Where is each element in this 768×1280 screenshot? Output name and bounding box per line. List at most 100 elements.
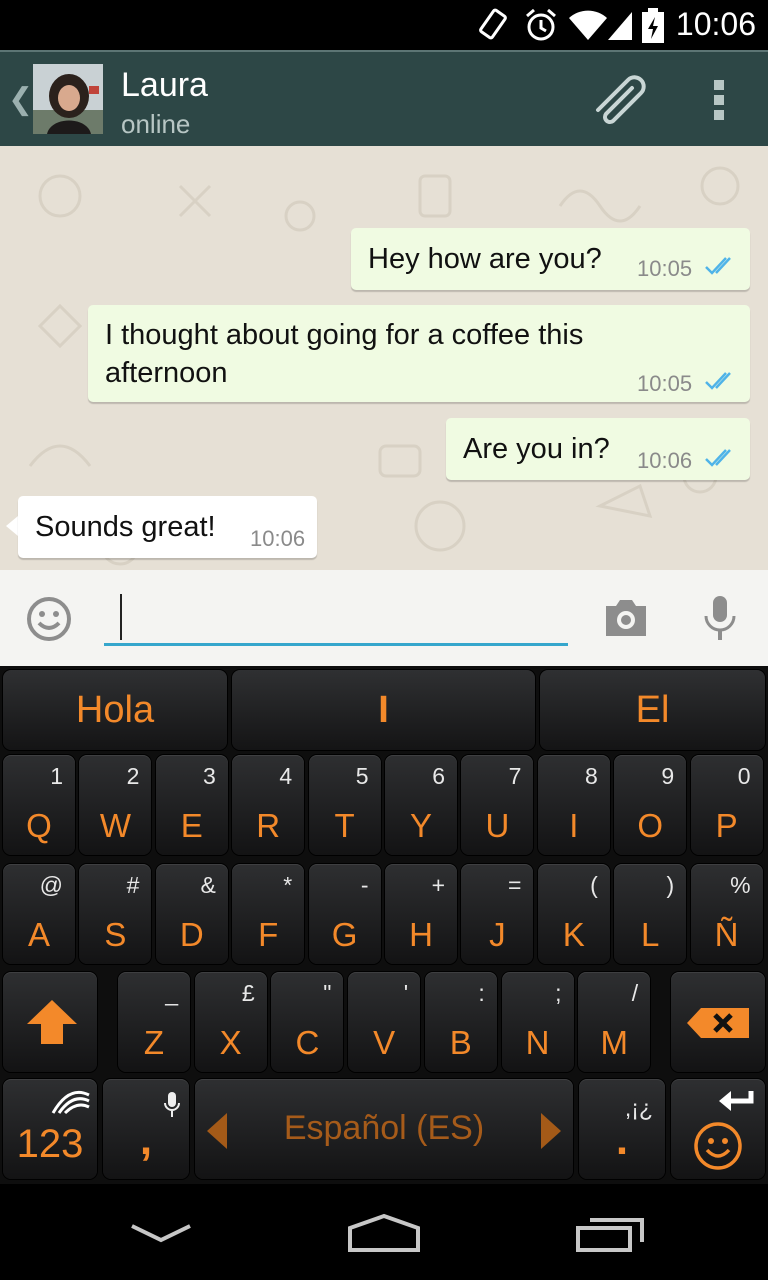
overflow-menu-icon[interactable]	[712, 78, 726, 122]
numbers-key-label: 123	[16, 1122, 84, 1166]
key-p[interactable]: 0P	[690, 755, 763, 855]
key-alt-label: 4	[279, 763, 293, 789]
home-icon[interactable]	[344, 1212, 424, 1254]
key-s[interactable]: # S	[79, 864, 152, 964]
message-outgoing[interactable]: Hey how are you? 10:05	[351, 228, 750, 290]
key-h[interactable]: + H	[385, 864, 457, 964]
key-main-label: F	[258, 916, 279, 953]
key-alt-label: '	[403, 980, 409, 1006]
key-o[interactable]: 9O	[614, 755, 687, 855]
key-f[interactable]: * F	[232, 864, 305, 964]
key-main-label: B	[449, 1024, 472, 1061]
message-incoming[interactable]: Sounds great! 10:06	[18, 496, 317, 558]
backspace-key[interactable]	[671, 972, 765, 1072]
wifi-icon	[569, 10, 607, 40]
key-alt-label: :	[478, 980, 485, 1006]
microphone-icon[interactable]	[702, 594, 738, 642]
key-alt-label: 3	[203, 763, 216, 789]
back-chevron-icon[interactable]: ❮	[8, 82, 33, 117]
key-q[interactable]: 1Q	[3, 755, 75, 855]
key-n[interactable]: ; N	[501, 972, 574, 1072]
key-main-label: G	[331, 916, 358, 953]
message-input[interactable]	[104, 590, 568, 646]
battery-charging-icon	[642, 8, 664, 43]
key-alt-label: 5	[355, 763, 369, 789]
key-g[interactable]: -G	[308, 864, 381, 964]
shift-arrow-icon	[27, 1000, 77, 1044]
smiley-icon[interactable]	[26, 596, 72, 642]
status-bar: 10:06	[0, 0, 768, 50]
key-alt-label: £	[241, 980, 255, 1006]
signal-icon	[608, 12, 632, 40]
message-text: I thought about going for a coffee this …	[105, 319, 584, 389]
key-k[interactable]: (K	[537, 864, 610, 964]
key-main-label: D	[179, 916, 204, 953]
paperclip-icon[interactable]	[592, 72, 654, 126]
emoji-icon	[694, 1122, 742, 1170]
key-alt-label: +	[431, 872, 445, 898]
key-main-label: Y	[409, 807, 432, 844]
key-t[interactable]: 5T	[308, 755, 381, 855]
key-i[interactable]: 8I	[537, 755, 610, 855]
key-main-label: S	[104, 916, 127, 953]
key-alt-label: %	[730, 872, 751, 898]
key-ñ[interactable]: % Ñ	[690, 864, 763, 964]
key-b[interactable]: :B	[424, 972, 497, 1072]
key-alt-label: &	[200, 872, 216, 898]
enter-emoji-key[interactable]	[671, 1079, 765, 1179]
key-main-label: T	[334, 807, 355, 844]
message-input-bar	[0, 570, 768, 666]
key-j[interactable]: = J	[461, 864, 534, 964]
period-key[interactable]: ,¡¿ .	[579, 1079, 665, 1179]
key-x[interactable]: £ X	[194, 972, 267, 1072]
message-outgoing[interactable]: I thought about going for a coffee this …	[88, 305, 750, 402]
message-outgoing[interactable]: Are you in? 10:06	[446, 418, 750, 480]
key-alt-label: #	[126, 872, 140, 898]
key-c[interactable]: " C	[271, 972, 344, 1072]
key-y[interactable]: 6Y	[385, 755, 457, 855]
space-key[interactable]: Español (ES)	[195, 1079, 573, 1179]
avatar[interactable]	[33, 64, 103, 134]
key-main-label: K	[562, 916, 585, 953]
comma-key[interactable]: ,	[103, 1079, 189, 1179]
key-d[interactable]: & D	[155, 864, 228, 964]
navigation-bar	[0, 1184, 768, 1280]
key-main-label: X	[219, 1024, 242, 1061]
contact-name[interactable]: Laura	[121, 66, 208, 105]
chat-area[interactable]: Hey how are you? 10:05 I thought about g…	[0, 146, 768, 570]
suggestion-2[interactable]: I	[232, 670, 535, 750]
message-text: Sounds great!	[35, 511, 216, 543]
key-alt-label: ;	[555, 980, 562, 1006]
key-a[interactable]: @ A	[3, 864, 75, 964]
camera-icon[interactable]	[602, 598, 650, 638]
message-text: Hey how are you?	[368, 243, 602, 275]
space-key-language: Español (ES)	[283, 1109, 485, 1147]
recent-apps-icon[interactable]	[574, 1214, 648, 1254]
numbers-key[interactable]: 123	[3, 1079, 97, 1179]
key-r[interactable]: 4R	[232, 755, 305, 855]
suggestion-1[interactable]: Hola	[3, 670, 227, 750]
backspace-icon	[687, 1008, 749, 1038]
key-w[interactable]: 2W	[79, 755, 152, 855]
key-main-label: J	[489, 916, 506, 953]
key-main-label: V	[373, 1024, 396, 1061]
key-z[interactable]: _ Z	[118, 972, 190, 1072]
key-v[interactable]: ' V	[348, 972, 421, 1072]
key-main-label: O	[637, 807, 664, 844]
key-l[interactable]: ) L	[614, 864, 687, 964]
key-main-label: A	[27, 916, 50, 953]
shift-key[interactable]	[3, 972, 97, 1072]
key-main-label: U	[485, 807, 510, 844]
key-m[interactable]: / M	[578, 972, 651, 1072]
key-main-label: L	[641, 916, 660, 953]
suggestion-3[interactable]: El	[540, 670, 765, 750]
key-e[interactable]: 3E	[155, 755, 228, 855]
key-u[interactable]: 7U	[461, 755, 534, 855]
key-alt-label: 1	[50, 763, 63, 789]
key-main-label: E	[180, 807, 203, 844]
incoming-bubble-tail	[6, 516, 18, 536]
key-alt-label: @	[39, 872, 63, 898]
key-main-label: R	[256, 807, 281, 844]
back-down-chevron-icon[interactable]	[128, 1222, 194, 1246]
key-main-label: Q	[26, 807, 52, 844]
